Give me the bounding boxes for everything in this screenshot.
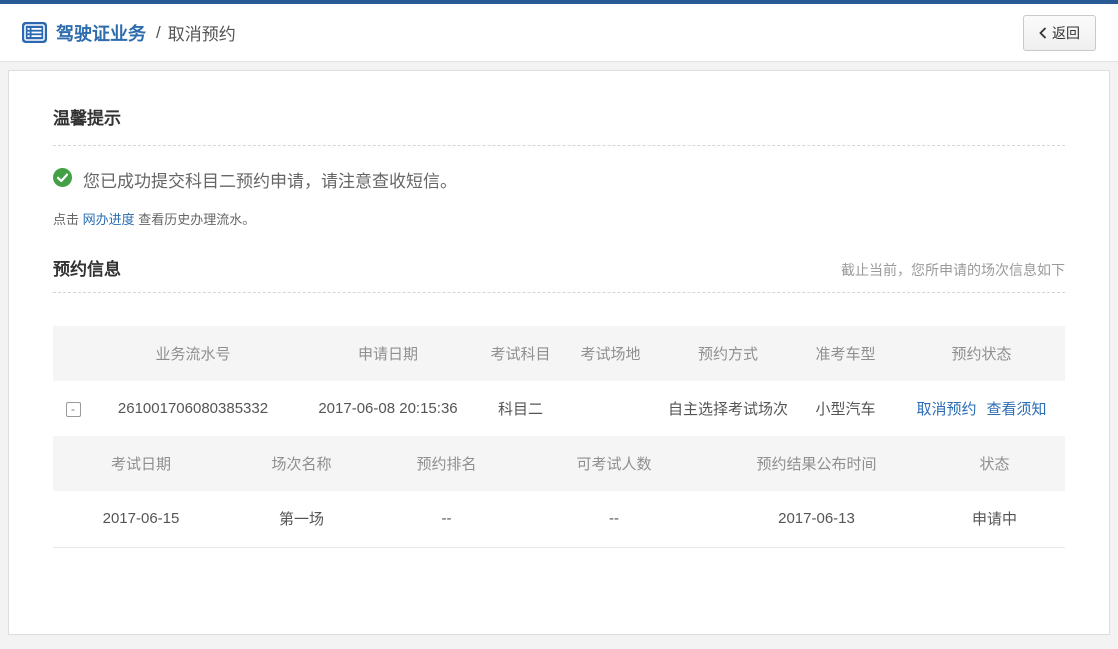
breadcrumb-separator: / [156, 23, 161, 43]
page-header: 驾驶证业务 / 取消预约 返回 [0, 4, 1118, 62]
breadcrumb: 驾驶证业务 / 取消预约 [22, 20, 236, 46]
progress-hint-prefix: 点击 [53, 212, 83, 227]
venue-cell [558, 381, 663, 436]
session-col-status: 状态 [924, 436, 1065, 491]
status-cell: 申请中 [924, 491, 1065, 547]
session-table: 考试日期 场次名称 预约排名 可考试人数 预约结果公布时间 状态 2017-06… [53, 436, 1065, 548]
booking-table: 业务流水号 申请日期 考试科目 考试场地 预约方式 准考车型 预约状态 - 26… [53, 326, 1065, 436]
booking-header-row: 业务流水号 申请日期 考试科目 考试场地 预约方式 准考车型 预约状态 [53, 326, 1065, 381]
session-col-result-time: 预约结果公布时间 [709, 436, 924, 491]
page-title: 驾驶证业务 [56, 20, 146, 46]
progress-link[interactable]: 网办进度 [83, 212, 135, 227]
expander-cell: - [53, 381, 93, 436]
capacity-cell: -- [519, 491, 709, 547]
back-button-label: 返回 [1052, 23, 1080, 43]
list-icon [22, 22, 47, 43]
rank-cell: -- [374, 491, 519, 547]
success-check-icon [53, 168, 72, 192]
appointment-heading: 预约信息 [53, 255, 121, 280]
appointment-note: 截止当前，您所申请的场次信息如下 [841, 260, 1065, 280]
booking-row: - 261001706080385332 2017-06-08 20:15:36… [53, 381, 1065, 436]
progress-hint-suffix: 查看历史办理流水。 [135, 212, 256, 227]
tips-section-header: 温馨提示 [53, 71, 1065, 146]
serial-cell: 261001706080385332 [93, 381, 293, 436]
actions-cell: 取消预约查看须知 [898, 381, 1065, 436]
session-col-capacity: 可考试人数 [519, 436, 709, 491]
exam-date-cell: 2017-06-15 [53, 491, 229, 547]
booking-col-expander [53, 326, 93, 381]
subject-cell: 科目二 [483, 381, 558, 436]
booking-col-method: 预约方式 [663, 326, 793, 381]
collapse-toggle-icon[interactable]: - [66, 402, 81, 417]
booking-col-venue: 考试场地 [558, 326, 663, 381]
session-row: 2017-06-15 第一场 -- -- 2017-06-13 申请中 [53, 491, 1065, 547]
vehicle-cell: 小型汽车 [793, 381, 898, 436]
booking-col-vehicle: 准考车型 [793, 326, 898, 381]
page-subtitle: 取消预约 [168, 20, 236, 45]
success-message: 您已成功提交科目二预约申请，请注意查收短信。 [83, 167, 457, 192]
content-panel: 温馨提示 您已成功提交科目二预约申请，请注意查收短信。 点击 网办进度 查看历史… [8, 70, 1110, 635]
apply-date-cell: 2017-06-08 20:15:36 [293, 381, 483, 436]
appointment-section-header: 预约信息 截止当前，您所申请的场次信息如下 [53, 255, 1065, 293]
result-time-cell: 2017-06-13 [709, 491, 924, 547]
success-row: 您已成功提交科目二预约申请，请注意查收短信。 [53, 167, 1065, 192]
booking-col-serial: 业务流水号 [93, 326, 293, 381]
session-col-exam-date: 考试日期 [53, 436, 229, 491]
booking-col-status: 预约状态 [898, 326, 1065, 381]
session-col-session-name: 场次名称 [229, 436, 374, 491]
view-notice-link[interactable]: 查看须知 [987, 401, 1047, 418]
progress-hint: 点击 网办进度 查看历史办理流水。 [53, 209, 1065, 228]
cancel-booking-link[interactable]: 取消预约 [916, 401, 976, 418]
method-cell: 自主选择考试场次 [663, 381, 793, 436]
chevron-left-icon [1039, 27, 1047, 39]
booking-col-apply-date: 申请日期 [293, 326, 483, 381]
booking-col-subject: 考试科目 [483, 326, 558, 381]
tips-heading: 温馨提示 [53, 109, 121, 128]
session-col-rank: 预约排名 [374, 436, 519, 491]
back-button[interactable]: 返回 [1023, 15, 1096, 51]
session-name-cell: 第一场 [229, 491, 374, 547]
session-header-row: 考试日期 场次名称 预约排名 可考试人数 预约结果公布时间 状态 [53, 436, 1065, 491]
